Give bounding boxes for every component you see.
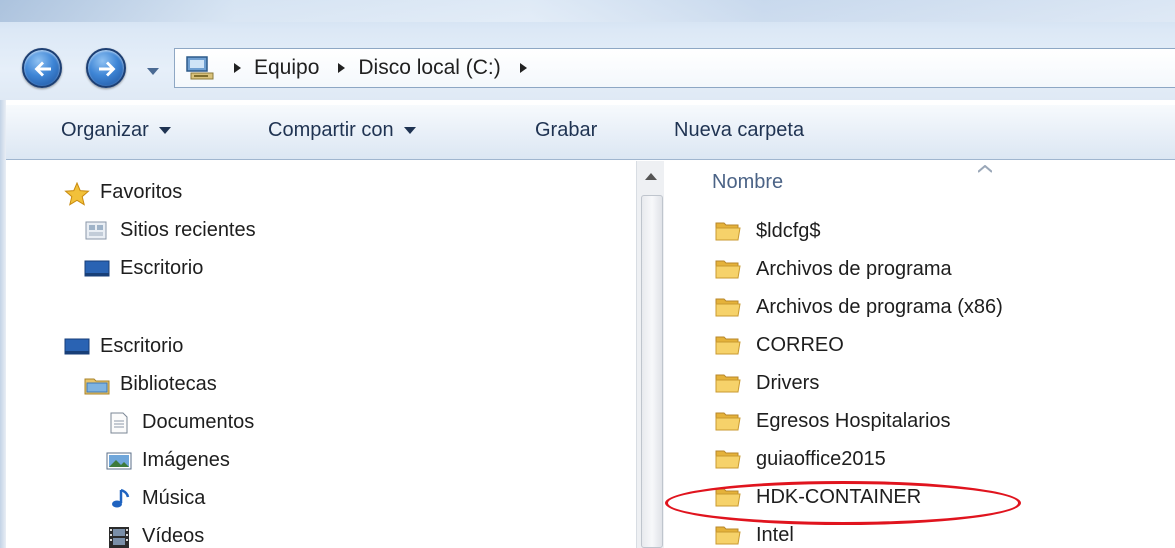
recent-places-icon [84,220,110,242]
nav-favorites[interactable]: Favoritos [64,181,183,206]
file-list-item[interactable]: Egresos Hospitalarios [714,409,951,433]
scroll-thumb[interactable] [641,195,663,548]
folder-icon [714,295,742,319]
back-button[interactable] [22,48,62,88]
folder-icon [714,257,742,281]
file-list-item[interactable]: HDK-CONTAINER [714,485,921,509]
file-list-item[interactable]: Intel [714,523,794,547]
nav-documents[interactable]: Documentos [106,411,254,434]
file-item-label: Egresos Hospitalarios [756,409,951,432]
file-item-label: Drivers [756,371,820,394]
nav-desktop[interactable]: Escritorio [64,335,183,358]
command-bar: Organizar Compartir con Grabar Nueva car… [6,104,1175,160]
breadcrumb-separator[interactable] [519,59,528,78]
breadcrumb-equipo[interactable]: Equipo [254,56,319,80]
nav-recent-label: Sitios recientes [120,219,256,241]
nav-documents-label: Documentos [142,411,255,433]
star-icon [64,181,90,206]
chevron-down-icon [158,126,171,134]
nav-images-label: Imágenes [142,449,230,471]
nav-videos[interactable]: Vídeos [106,525,204,548]
computer-icon [185,54,215,82]
arrow-right-icon [99,61,116,77]
music-note-icon [106,488,132,510]
folder-icon [714,523,742,547]
folder-icon [714,485,742,509]
breadcrumb-disco-local[interactable]: Disco local (C:) [358,56,500,80]
scroll-up-arrow-icon[interactable] [645,173,657,181]
breadcrumb-separator[interactable] [337,59,346,78]
share-label: Compartir con [268,119,394,141]
nav-music[interactable]: Música [106,487,205,510]
nav-images[interactable]: Imágenes [106,449,230,472]
file-list-item[interactable]: Archivos de programa (x86) [714,295,1003,319]
film-icon [106,526,132,548]
recent-pages-dropdown[interactable] [146,62,160,81]
libraries-icon [84,374,110,396]
new-folder-button[interactable]: Nueva carpeta [674,119,804,142]
file-item-label: guiaoffice2015 [756,447,886,470]
organize-button[interactable]: Organizar [61,119,171,142]
sort-ascending-icon [978,165,992,173]
burn-label: Grabar [535,119,598,141]
navigation-pane: Favoritos Sitios recientes Escritorio Es… [6,161,636,548]
chevron-down-icon [147,68,159,75]
folder-icon [714,333,742,357]
picture-icon [106,450,132,472]
navigation-scrollbar[interactable] [636,161,664,548]
file-item-label: HDK-CONTAINER [756,485,922,508]
new-folder-label: Nueva carpeta [674,119,805,141]
folder-icon [714,447,742,471]
file-item-label: CORREO [756,333,844,356]
burn-button[interactable]: Grabar [535,119,597,142]
share-button[interactable]: Compartir con [268,119,416,142]
folder-icon [714,219,742,243]
forward-button[interactable] [86,48,126,88]
folder-icon [714,371,742,395]
file-list-item[interactable]: CORREO [714,333,844,357]
nav-recent-places[interactable]: Sitios recientes [84,219,256,242]
address-bar[interactable]: Equipo Disco local (C:) [174,48,1175,88]
desktop-icon [64,336,90,358]
file-list-item[interactable]: Drivers [714,371,819,395]
organize-label: Organizar [61,119,149,141]
title-glow [0,0,1175,22]
desktop-icon [84,258,110,280]
arrow-left-icon [34,61,51,77]
nav-desktop-favorite[interactable]: Escritorio [84,257,203,280]
file-item-label: Archivos de programa (x86) [756,295,1003,318]
file-list-pane: Nombre $ldcfg$ Archivos de programa Archiv… [664,161,1175,548]
nav-libraries-label: Bibliotecas [120,373,217,395]
nav-favorites-label: Favoritos [100,181,183,203]
column-header-name[interactable]: Nombre [712,171,783,194]
nav-libraries[interactable]: Bibliotecas [84,373,217,396]
document-icon [106,412,132,434]
nav-videos-label: Vídeos [142,525,205,547]
folder-icon [714,409,742,433]
nav-desktop-label: Escritorio [100,335,184,357]
nav-desktop-fav-label: Escritorio [120,257,204,279]
nav-music-label: Música [142,487,206,509]
chevron-down-icon [403,126,416,134]
file-item-label: Archivos de programa [756,257,952,280]
breadcrumb-separator[interactable] [233,59,242,78]
file-list-item[interactable]: $ldcfg$ [714,219,821,243]
file-item-label: $ldcfg$ [756,219,821,242]
file-item-label: Intel [756,523,794,546]
file-list-item[interactable]: guiaoffice2015 [714,447,886,471]
file-list-item[interactable]: Archivos de programa [714,257,952,281]
